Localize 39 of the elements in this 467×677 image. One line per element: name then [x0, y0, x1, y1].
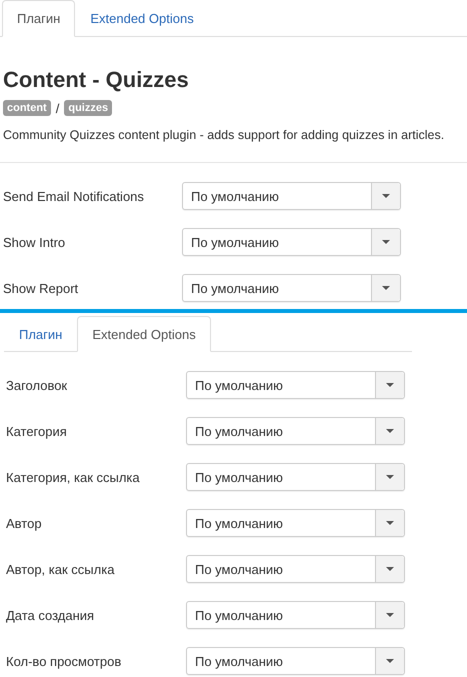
dropdown-select[interactable]: По умолчанию [182, 182, 401, 210]
field-label: Show Intro [3, 234, 66, 250]
field-label: Категория [6, 424, 68, 438]
field-label: Кол-во просмотров [6, 654, 122, 668]
tab[interactable]: Extended Options [75, 0, 209, 37]
tab[interactable]: Extended Options [77, 316, 211, 352]
caret-icon [386, 659, 394, 663]
caret-icon [382, 194, 390, 198]
dropdown-select[interactable]: По умолчанию [186, 417, 405, 445]
plugin-title: Content - Quizzes [3, 67, 190, 93]
dropdown-select[interactable]: По умолчанию [182, 228, 401, 256]
caret-icon [386, 383, 394, 387]
field-label: Автор, как ссылка [6, 562, 116, 576]
caret-icon [382, 240, 390, 244]
tab[interactable]: Плагин [4, 316, 78, 352]
dropdown-select[interactable]: По умолчанию [186, 371, 405, 399]
field-label: Заголовок [6, 378, 68, 392]
dropdown-select[interactable]: По умолчанию [186, 463, 405, 491]
caret-icon [386, 475, 394, 479]
field-label: Show Report [3, 280, 80, 296]
path-separator: / [56, 100, 60, 116]
dropdown-select[interactable]: По умолчанию [186, 555, 405, 583]
caret-icon [382, 286, 390, 290]
dropdown-select[interactable]: По умолчанию [186, 647, 405, 675]
caret-icon [386, 521, 394, 525]
field-label: Автор [6, 516, 43, 530]
dropdown-select[interactable]: По умолчанию [186, 601, 405, 629]
dropdown-select[interactable]: По умолчанию [182, 274, 401, 302]
tab[interactable]: Плагин [2, 0, 76, 37]
tag-label: content [3, 100, 51, 116]
tag-label: quizzes [64, 100, 112, 116]
caret-icon [386, 429, 394, 433]
plugin-description: Community Quizzes content plugin - adds support for adding quizzes in articles. [3, 127, 446, 144]
dropdown-select[interactable]: По умолчанию [186, 509, 405, 537]
caret-icon [386, 613, 394, 617]
field-label: Категория, как ссылка [6, 470, 141, 484]
field-label: Дата создания [6, 608, 96, 622]
caret-icon [386, 567, 394, 571]
field-label: Send Email Notifications [3, 188, 145, 204]
